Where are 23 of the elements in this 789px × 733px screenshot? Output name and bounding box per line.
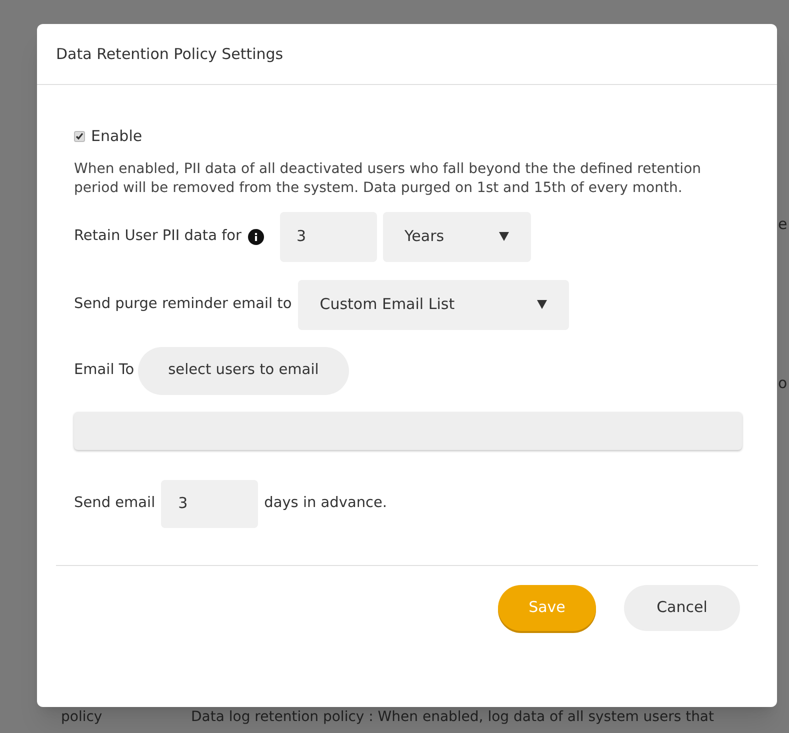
dialog-title: Data Retention Policy Settings xyxy=(56,44,284,65)
send-email-label: Send email xyxy=(74,494,156,513)
email-list-field[interactable] xyxy=(74,412,742,450)
enable-checkbox[interactable] xyxy=(74,130,85,142)
caret-icon xyxy=(498,232,509,241)
retain-value-field[interactable]: 3 xyxy=(280,212,377,262)
retain-label: Retain User PII data for xyxy=(74,226,242,246)
email-to-label: Email To xyxy=(74,360,134,380)
days-field[interactable]: 3 xyxy=(161,480,258,528)
background-text: o xyxy=(778,373,788,394)
reminder-label: Send purge reminder email to xyxy=(74,294,292,314)
description-text: When enabled, PII data of all deactivated users who fall beyond the the defined retention period will be removed from the system. Data purged on 1st and 15th of every month. xyxy=(74,160,702,198)
select-users-button[interactable]: select users to email xyxy=(138,346,349,394)
recipient-dropdown[interactable]: Custom Email List xyxy=(298,280,569,330)
enable-label: Enable xyxy=(91,126,142,147)
info-icon[interactable] xyxy=(248,228,264,244)
background-text: e xyxy=(778,214,788,235)
cancel-button[interactable]: Cancel xyxy=(624,584,740,630)
caret-icon xyxy=(536,300,547,309)
days-suffix: days in advance. xyxy=(264,494,388,513)
unit-dropdown[interactable]: Years xyxy=(382,212,531,262)
background-cell-text: Data log retention policy : When enabled, log data of all system users that xyxy=(191,708,714,727)
background-cell-text: policy xyxy=(61,708,102,727)
